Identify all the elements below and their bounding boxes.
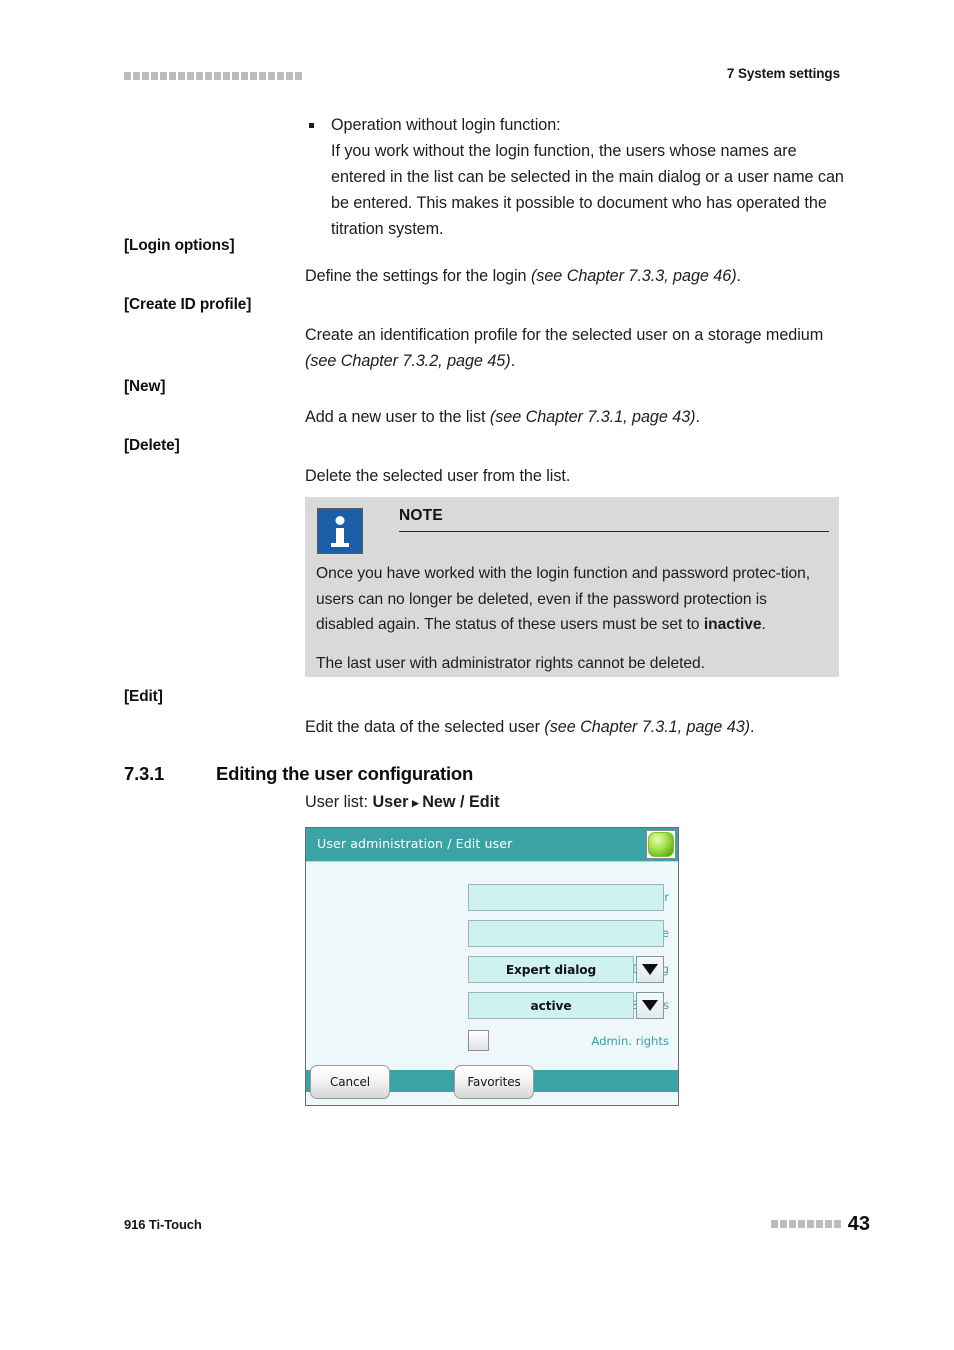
term-new: [New] (124, 378, 166, 395)
page-number: 43 (847, 1213, 870, 1235)
note-p1-b: . (761, 616, 766, 633)
note-callout: NOTE Once you have worked with the login… (305, 497, 839, 677)
def-reference: (see Chapter 7.3.2, page 45) (305, 352, 511, 371)
section-navigation-path: User list: User ▸ New / Edit (305, 793, 500, 812)
note-body: Once you have worked with the login func… (316, 561, 828, 676)
page-title: Editing the user configuration (216, 763, 474, 784)
def-delete: Delete the selected user from the list. (305, 463, 850, 489)
intro-bullet-block: Operation without login function: If you… (305, 112, 850, 242)
def-reference: (see Chapter 7.3.3, page 46) (530, 267, 737, 285)
cancel-button[interactable]: Cancel (310, 1065, 390, 1099)
def-reference: (see Chapter 7.3.1, page 43) (489, 408, 696, 426)
section-number: 7.3.1 (124, 763, 165, 784)
footer-page-group: 43 (770, 1213, 870, 1235)
def-text: Delete the selected user from the list. (305, 467, 571, 485)
path-prefix: User list: (305, 793, 373, 811)
def-tail: . (695, 408, 701, 426)
def-create-id-profile: Create an identification profile for the… (305, 322, 850, 374)
footer-dingbat-rule (770, 1220, 841, 1228)
bullet-line-1: Operation without login function: (331, 116, 561, 134)
def-tail: . (510, 352, 516, 371)
header-section-title: 7 System settings (726, 66, 840, 81)
note-paragraph-1: Once you have worked with the login func… (316, 561, 828, 638)
dialog-mode-field-wrap: Expert dialog (468, 956, 664, 983)
note-p1-emphasis: inactive (703, 616, 762, 633)
def-new: Add a new user to the list (see Chapter … (305, 404, 850, 430)
def-text: Edit the data of the selected user (305, 718, 545, 736)
field-row-status: Status active (306, 992, 678, 1019)
note-title: NOTE (399, 507, 443, 524)
term-delete: [Delete] (124, 437, 180, 454)
def-tail: . (750, 718, 755, 736)
def-text: Add a new user to the list (305, 408, 490, 426)
home-icon (648, 832, 674, 857)
dialog-body: User Full name Dialog Expert dialog (306, 862, 678, 1065)
info-icon (317, 508, 363, 554)
status-select[interactable]: active (468, 992, 664, 1019)
running-footer: 916 Ti-Touch 43 (124, 1214, 870, 1240)
header-dingbat-rule (124, 72, 302, 80)
admin-rights-label: Admin. rights (591, 1034, 669, 1048)
field-row-user: User (306, 884, 678, 911)
list-item: Operation without login function: If you… (305, 112, 850, 242)
full-name-field-wrap (468, 920, 664, 947)
path-arrow-icon: ▸ (408, 795, 423, 810)
term-edit: [Edit] (124, 688, 163, 705)
path-part-2: New / Edit (422, 793, 500, 811)
def-tail: . (736, 267, 742, 285)
home-button[interactable] (646, 830, 676, 859)
status-field-wrap: active (468, 992, 664, 1019)
def-reference: (see Chapter 7.3.1, page 43) (544, 718, 750, 736)
status-value: active (468, 992, 634, 1019)
term-create-id-profile: [Create ID profile] (124, 296, 252, 313)
bullet-line-2: If you work without the login function, … (331, 142, 844, 239)
running-header: 7 System settings (124, 66, 840, 88)
def-text: Create an identification profile for the… (305, 326, 824, 344)
dialog-mode-value: Expert dialog (468, 956, 634, 983)
dialog-mode-select[interactable]: Expert dialog (468, 956, 664, 983)
def-text: Define the settings for the login (305, 267, 531, 285)
dialog-footer: Cancel Favorites (306, 1065, 678, 1105)
admin-rights-checkbox[interactable] (468, 1030, 489, 1051)
path-part-1: User (372, 793, 409, 811)
field-row-admin-rights: Admin. rights (306, 1028, 678, 1055)
def-login-options: Define the settings for the login (see C… (305, 263, 850, 289)
user-input[interactable] (468, 884, 664, 911)
term-login-options: [Login options] (124, 237, 235, 254)
dialog-title: User administration / Edit user (317, 836, 513, 851)
user-field-wrap (468, 884, 664, 911)
note-paragraph-2: The last user with administrator rights … (316, 654, 705, 672)
document-page: 7 System settings Operation without logi… (0, 0, 954, 1350)
dialog-titlebar: User administration / Edit user (306, 828, 678, 862)
note-divider (399, 531, 829, 533)
footer-product-name: 916 Ti-Touch (124, 1217, 202, 1232)
field-row-dialog: Dialog Expert dialog (306, 956, 678, 983)
bullet-list: Operation without login function: If you… (305, 112, 850, 242)
def-edit: Edit the data of the selected user (see … (305, 714, 850, 740)
chevron-down-icon[interactable] (636, 992, 664, 1019)
full-name-input[interactable] (468, 920, 664, 947)
chevron-down-icon[interactable] (636, 956, 664, 983)
device-screenshot: User administration / Edit user User Ful… (305, 827, 679, 1106)
favorites-button[interactable]: Favorites (454, 1065, 534, 1099)
field-row-full-name: Full name (306, 920, 678, 947)
